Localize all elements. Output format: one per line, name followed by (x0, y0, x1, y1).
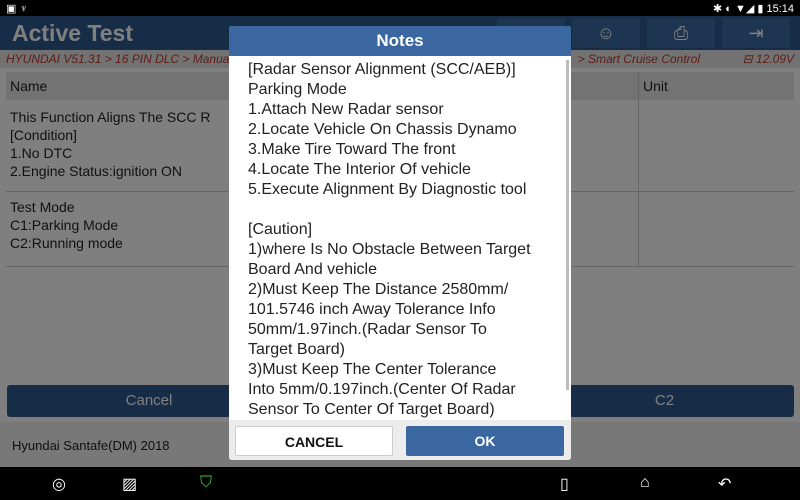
note-line: 1)where Is No Obstacle Between Target (248, 241, 531, 258)
gallery-icon[interactable]: ▨ (122, 474, 137, 494)
note-line: 2)Must Keep The Distance 2580mm/ (248, 281, 509, 298)
system-icons: ✱ ◐ ▼◢ ▮ (712, 3, 767, 15)
dialog-cancel-button[interactable]: CANCEL (235, 426, 393, 456)
note-line: Sensor To Center Of Target Board) (248, 401, 495, 418)
note-line (248, 200, 552, 220)
notification-icons: ▣ ♆ (6, 3, 28, 15)
dialog-ok-button[interactable]: OK (406, 426, 564, 456)
note-line: Parking Mode (248, 81, 347, 98)
note-line: [Caution] (248, 221, 313, 238)
browser-icon[interactable]: ◎ (52, 474, 66, 494)
dialog-footer: CANCEL OK (229, 420, 571, 460)
note-line: 101.5746 inch Away Tolerance Info (248, 301, 496, 318)
note-line: Into 5mm/0.197inch.(Center Of Radar (248, 381, 516, 398)
scrollbar[interactable] (566, 60, 569, 390)
note-line: [Radar Sensor Alignment (SCC/AEB)] (248, 61, 516, 78)
recent-apps-icon[interactable]: ▯ (560, 474, 569, 494)
dialog-content[interactable]: [Radar Sensor Alignment (SCC/AEB)] Parkin… (229, 56, 571, 420)
home-icon[interactable]: ⌂ (640, 474, 650, 492)
clock: 15:14 (766, 3, 794, 15)
note-line: 1.Attach New Radar sensor (248, 101, 444, 118)
dialog-title: Notes (229, 26, 571, 56)
status-bar: ▣ ♆ ✱ ◐ ▼◢ ▮ 15:14 (0, 0, 800, 16)
note-line: Target Board) (248, 341, 345, 358)
note-line: 3)Must Keep The Center Tolerance (248, 361, 497, 378)
note-line: 2.Locate Vehicle On Chassis Dynamo (248, 121, 517, 138)
note-line: 3.Make Tire Toward The front (248, 141, 456, 158)
vci-icon[interactable]: ⛉ (200, 474, 212, 492)
note-line: 50mm/1.97inch.(Radar Sensor To (248, 321, 487, 338)
note-line: Board And vehicle (248, 261, 377, 278)
back-icon[interactable]: ↶ (718, 474, 731, 494)
notes-dialog: Notes [Radar Sensor Alignment (SCC/AEB)]… (229, 26, 571, 460)
note-line: 4.Locate The Interior Of vehicle (248, 161, 471, 178)
note-line: 5.Execute Alignment By Diagnostic tool (248, 181, 527, 198)
navigation-bar: ◎ ▨ ⛉ ▯ ⌂ ↶ (0, 467, 800, 500)
